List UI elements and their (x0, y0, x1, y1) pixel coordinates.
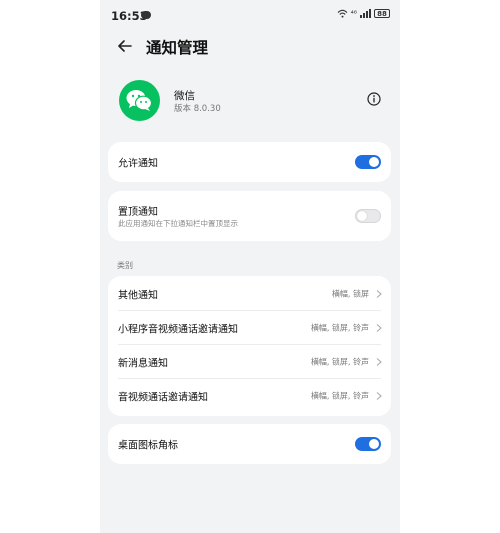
wifi-icon (337, 9, 347, 18)
chevron-right-icon (376, 324, 382, 332)
header: 通知管理 (100, 30, 400, 62)
category-label: 小程序音视频通话邀请通知 (118, 324, 238, 336)
category-row[interactable]: 小程序音视频通话邀请通知 横幅, 锁屏, 铃声 (108, 311, 391, 345)
info-icon[interactable] (367, 92, 381, 106)
toggle-knob (369, 439, 379, 449)
chevron-right-icon (376, 392, 382, 400)
pinned-notifications-toggle[interactable] (355, 209, 381, 223)
category-value: 横幅, 锁屏 (331, 289, 369, 299)
category-row[interactable]: 音视频通话邀请通知 横幅, 锁屏, 铃声 (108, 379, 391, 413)
category-row[interactable]: 其他通知 横幅, 锁屏 (108, 277, 391, 311)
wechat-logo-icon (119, 80, 160, 121)
allow-notifications-label: 允许通知 (118, 158, 158, 170)
app-version: 版本 8.0.30 (174, 104, 221, 114)
allow-notifications-toggle[interactable] (355, 155, 381, 169)
status-icons: ⁴⁶ 88 (337, 9, 390, 18)
app-info: 微信 版本 8.0.30 (100, 75, 400, 125)
pinned-notifications-label: 置顶通知 (118, 207, 158, 218)
desktop-badge-card: 桌面图标角标 (108, 424, 391, 464)
desktop-badge-label: 桌面图标角标 (118, 440, 178, 452)
category-label: 新消息通知 (118, 358, 168, 370)
network-type-label: ⁴⁶ (350, 9, 357, 18)
toggle-knob (357, 211, 367, 221)
phone-screen: 16:53 ⁴⁶ 88 通知管理 微信 版本 8.0.30 允许通知 置顶通知 … (100, 0, 400, 533)
category-row[interactable]: 新消息通知 横幅, 锁屏, 铃声 (108, 345, 391, 379)
page-title: 通知管理 (146, 39, 209, 57)
chevron-right-icon (376, 290, 382, 298)
message-notification-icon (141, 11, 151, 19)
pinned-notifications-description: 此应用通知在下拉通知栏中置顶显示 (118, 219, 238, 228)
categories-section-label: 类别 (117, 261, 133, 270)
category-value: 横幅, 锁屏, 铃声 (310, 391, 369, 401)
allow-notifications-card: 允许通知 (108, 142, 391, 182)
status-bar: 16:53 ⁴⁶ 88 (100, 0, 400, 30)
back-arrow-icon[interactable] (117, 38, 133, 54)
chevron-right-icon (376, 358, 382, 366)
signal-icon (360, 9, 371, 18)
desktop-badge-row[interactable]: 桌面图标角标 (108, 424, 391, 464)
category-label: 其他通知 (118, 290, 158, 302)
categories-card: 其他通知 横幅, 锁屏 小程序音视频通话邀请通知 横幅, 锁屏, 铃声 新消息通… (108, 276, 391, 416)
desktop-badge-toggle[interactable] (355, 437, 381, 451)
allow-notifications-row[interactable]: 允许通知 (108, 142, 391, 182)
category-value: 横幅, 锁屏, 铃声 (310, 357, 369, 367)
app-name: 微信 (174, 90, 195, 102)
toggle-knob (369, 157, 379, 167)
battery-icon: 88 (374, 9, 390, 18)
pinned-notifications-card: 置顶通知 此应用通知在下拉通知栏中置顶显示 (108, 191, 391, 241)
pinned-notifications-row[interactable]: 置顶通知 此应用通知在下拉通知栏中置顶显示 (108, 191, 391, 241)
category-label: 音视频通话邀请通知 (118, 392, 208, 404)
category-value: 横幅, 锁屏, 铃声 (310, 323, 369, 333)
